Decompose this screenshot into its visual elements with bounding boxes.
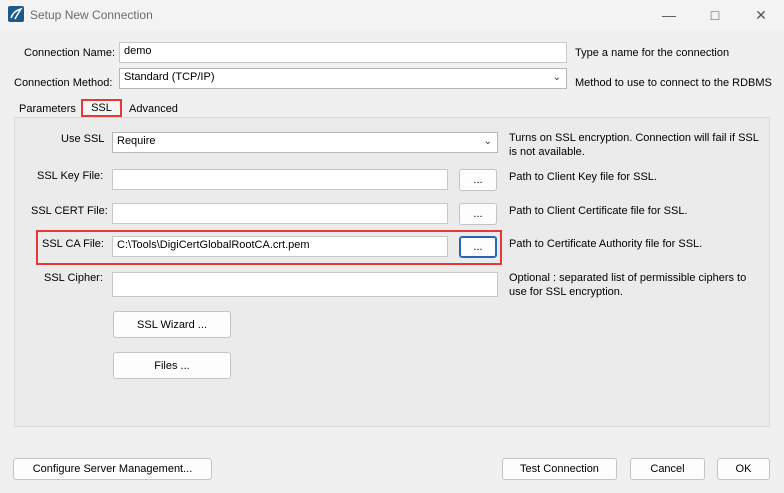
ssl-cert-hint: Path to Client Certificate file for SSL. (509, 205, 688, 217)
connection-name-field[interactable]: demo (119, 42, 567, 63)
ssl-key-field[interactable] (112, 169, 448, 190)
title-bar: Setup New Connection — □ ✕ (0, 0, 784, 30)
maximize-icon[interactable]: □ (692, 0, 738, 30)
ssl-cert-field[interactable] (112, 203, 448, 224)
ssl-key-label: SSL Key File: (37, 170, 104, 182)
ssl-ca-hint: Path to Certificate Authority file for S… (509, 238, 703, 250)
ssl-key-browse-button[interactable]: ... (459, 169, 497, 191)
ssl-cipher-label: SSL Cipher: (44, 272, 103, 284)
tab-parameters[interactable]: Parameters (19, 103, 76, 115)
connection-name-hint: Type a name for the connection (575, 47, 730, 59)
cancel-button[interactable]: Cancel (630, 458, 705, 480)
ssl-wizard-button[interactable]: SSL Wizard ... (113, 311, 231, 338)
ssl-cert-browse-button[interactable]: ... (459, 203, 497, 225)
ssl-cipher-field[interactable] (112, 272, 498, 297)
use-ssl-label: Use SSL (61, 133, 105, 145)
connection-method-label: Connection Method: (14, 77, 113, 89)
app-icon (8, 6, 24, 22)
configure-server-management-button[interactable]: Configure Server Management... (13, 458, 212, 480)
ok-button[interactable]: OK (717, 458, 770, 480)
connection-name-label: Connection Name: (24, 47, 116, 59)
files-button[interactable]: Files ... (113, 352, 231, 379)
ssl-ca-label: SSL CA File: (42, 238, 104, 250)
chevron-down-icon: ⌄ (483, 136, 492, 147)
tab-ssl[interactable]: SSL (81, 99, 122, 117)
minimize-icon[interactable]: — (646, 0, 692, 30)
tab-advanced[interactable]: Advanced (129, 103, 178, 115)
connection-method-hint: Method to use to connect to the RDBMS (575, 77, 772, 89)
use-ssl-value: Require (117, 135, 156, 147)
window-title: Setup New Connection (30, 8, 153, 22)
ssl-ca-field[interactable]: C:\Tools\DigiCertGlobalRootCA.crt.pem (112, 236, 448, 257)
ssl-cert-label: SSL CERT File: (31, 205, 108, 217)
chevron-down-icon: ⌄ (552, 72, 561, 83)
test-connection-button[interactable]: Test Connection (502, 458, 617, 480)
use-ssl-select[interactable]: Require ⌄ (112, 132, 498, 153)
use-ssl-hint: Turns on SSL encryption. Connection will… (509, 132, 759, 158)
close-icon[interactable]: ✕ (738, 0, 784, 30)
ssl-ca-browse-button[interactable]: ... (459, 236, 497, 258)
connection-method-value: Standard (TCP/IP) (124, 71, 215, 83)
connection-method-select[interactable]: Standard (TCP/IP) ⌄ (119, 68, 567, 89)
ssl-key-hint: Path to Client Key file for SSL. (509, 171, 657, 183)
ssl-cipher-hint: Optional : separated list of permissible… (509, 272, 747, 298)
